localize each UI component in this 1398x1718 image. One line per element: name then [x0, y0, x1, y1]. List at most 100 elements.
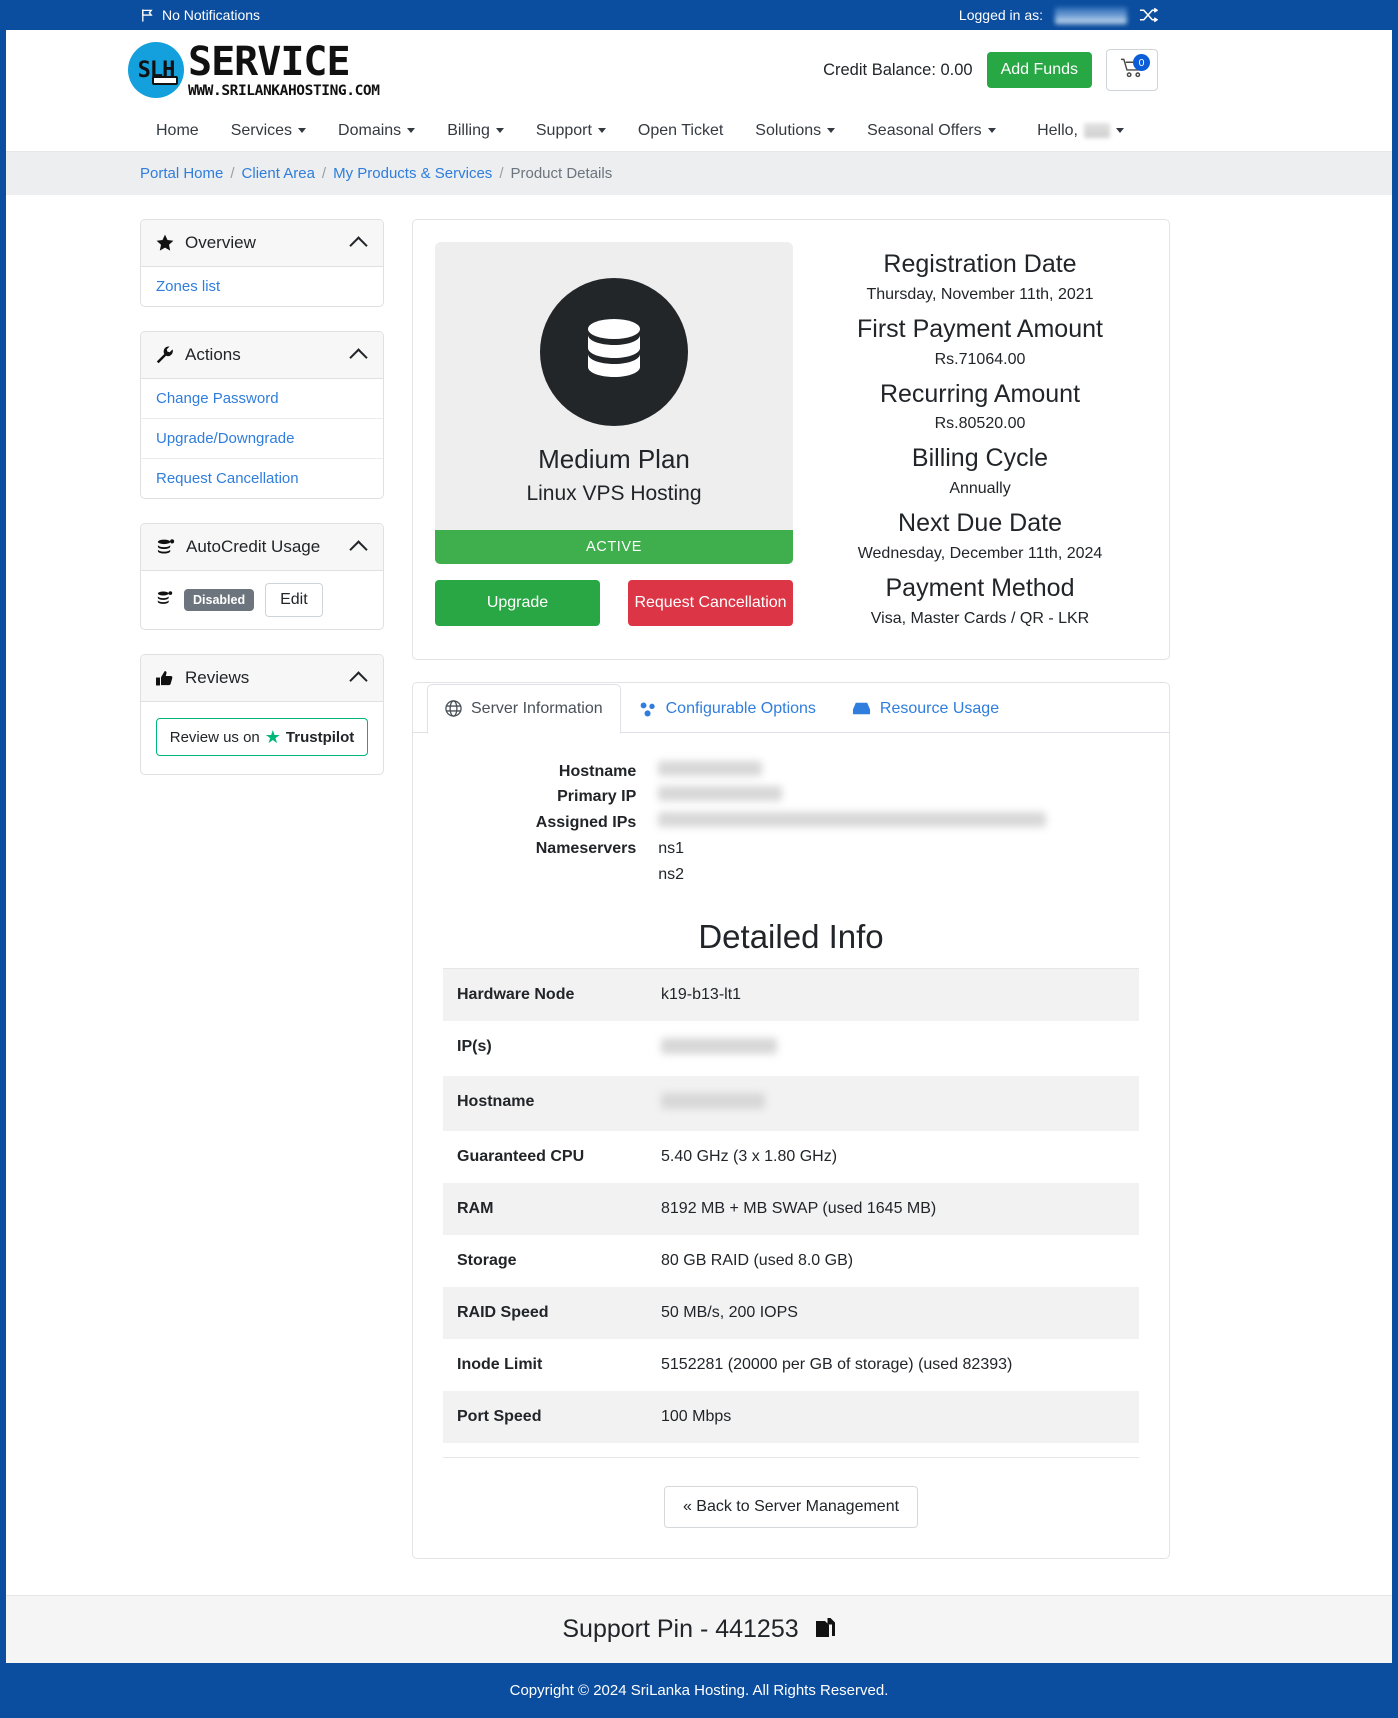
request-cancellation-button[interactable]: Request Cancellation	[628, 580, 793, 627]
detailed-info-table: Hardware Node k19-b13-lt1 IP(s) Hostname…	[443, 968, 1139, 1444]
user-menu[interactable]: Hello,	[1021, 122, 1140, 140]
trustpilot-review-button[interactable]: Review us on ★ Trustpilot	[156, 718, 368, 756]
nav-label: Support	[535, 121, 592, 139]
detail-value-hardware-node: k19-b13-lt1	[661, 986, 742, 1004]
autocredit-status-badge: Disabled	[184, 589, 255, 611]
detail-key-inode-limit: Inode Limit	[457, 1356, 543, 1374]
breadcrumb-my-products-services[interactable]: My Products & Services	[333, 165, 492, 182]
billing-value-payment-method: Visa, Master Cards / QR - LKR	[870, 609, 1090, 627]
panel-reviews-title: Reviews	[185, 668, 250, 687]
chevron-down-icon	[298, 128, 307, 133]
inbox-icon	[852, 701, 871, 716]
sidebar-item-change-password[interactable]: Change Password	[141, 379, 383, 419]
breadcrumb-client-area[interactable]: Client Area	[242, 165, 315, 182]
logged-in-label: Logged in as:	[958, 7, 1043, 23]
table-row: RAM 8192 MB + MB SWAP (used 1645 MB)	[443, 1183, 1139, 1236]
back-to-server-management-button[interactable]: « Back to Server Management	[663, 1486, 919, 1529]
nav-item-solutions[interactable]: Solutions	[739, 122, 851, 140]
nav-item-seasonal-offers[interactable]: Seasonal Offers	[851, 122, 1011, 140]
sidebar-item-zones-list[interactable]: Zones list	[141, 267, 383, 306]
panel-reviews-header[interactable]: Reviews	[141, 655, 383, 702]
panel-overview-header[interactable]: Overview	[141, 220, 383, 267]
site-logo[interactable]: SLH SERVICE WWW.SRILANKAHOSTING.COM	[128, 42, 380, 99]
billing-label-registration-date: Registration Date	[883, 250, 1077, 278]
nav-item-support[interactable]: Support	[520, 122, 622, 140]
billing-value-registration-date: Thursday, November 11th, 2021	[866, 285, 1094, 303]
coins-icon	[156, 538, 175, 556]
panel-actions-title: Actions	[185, 345, 241, 364]
chevron-up-icon[interactable]	[349, 235, 368, 255]
panel-actions-header[interactable]: Actions	[141, 332, 383, 379]
server-info-value-nameserver-2: ns2	[658, 866, 685, 884]
upgrade-button[interactable]: Upgrade	[435, 580, 600, 627]
nav-label: Seasonal Offers	[867, 121, 982, 139]
chevron-down-icon	[1116, 128, 1124, 133]
logo-router-icon	[152, 76, 178, 85]
nav-item-open-ticket[interactable]: Open Ticket	[622, 122, 739, 140]
table-row: Storage 80 GB RAID (used 8.0 GB)	[443, 1235, 1139, 1287]
detail-value-port-speed: 100 Mbps	[661, 1408, 732, 1426]
breadcrumb-portal-home[interactable]: Portal Home	[140, 165, 223, 182]
logged-in-username-redacted	[1055, 6, 1127, 24]
redacted-ips	[661, 1038, 777, 1055]
add-funds-button[interactable]: Add Funds	[986, 52, 1092, 88]
detail-key-raid-speed: RAID Speed	[457, 1304, 549, 1322]
nav-label: Billing	[447, 121, 490, 139]
thumbs-up-icon	[156, 670, 174, 687]
notifications-area[interactable]: No Notifications	[140, 7, 260, 23]
redacted-hostname	[661, 1093, 765, 1110]
shuffle-icon[interactable]	[1139, 7, 1158, 23]
autocredit-edit-button[interactable]: Edit	[265, 583, 323, 617]
product-column: Medium Plan Linux VPS Hosting ACTIVE Upg…	[435, 242, 793, 637]
server-info-value-nameserver-1: ns1	[658, 840, 685, 858]
chevron-down-icon	[495, 128, 504, 133]
billing-label-first-payment-amount: First Payment Amount	[857, 314, 1103, 343]
detail-value-raid-speed: 50 MB/s, 200 IOPS	[661, 1304, 798, 1322]
nav-items: Home Services Domains Billing Support Op…	[140, 122, 1012, 140]
detail-key-ips: IP(s)	[457, 1038, 492, 1056]
database-icon	[540, 278, 688, 426]
server-info-label-assigned-ips: Assigned IPs	[535, 814, 637, 832]
tab-label: Configurable Options	[665, 699, 816, 717]
breadcrumb-current: Product Details	[510, 165, 613, 182]
detail-key-hostname: Hostname	[457, 1093, 535, 1111]
server-info-labels: Hostname Primary IP Assigned IPs Nameser…	[536, 759, 637, 889]
copy-icon[interactable]	[815, 1617, 836, 1642]
tab-server-information[interactable]: Server Information	[427, 683, 621, 734]
sidebar-item-request-cancellation[interactable]: Request Cancellation	[141, 459, 383, 498]
chevron-up-icon[interactable]	[349, 670, 368, 690]
table-row: Port Speed 100 Mbps	[443, 1391, 1139, 1444]
panel-reviews: Reviews Review us on ★ Trustpilot	[140, 654, 384, 775]
sidebar: Overview Zones list Actions Change Passw…	[140, 219, 384, 799]
wrench-icon	[156, 346, 174, 364]
nav-item-services[interactable]: Services	[215, 122, 322, 140]
server-info-value-primary-ip	[658, 784, 1046, 810]
chevron-up-icon[interactable]	[349, 539, 368, 559]
support-pin-label: Support Pin - 441253	[562, 1615, 799, 1644]
server-info-label-nameservers: Nameservers	[535, 840, 637, 858]
logo-mark-icon: SLH	[128, 42, 184, 98]
reviews-body: Review us on ★ Trustpilot	[141, 702, 383, 774]
table-row: Guaranteed CPU 5.40 GHz (3 x 1.80 GHz)	[443, 1131, 1139, 1183]
nav-item-domains[interactable]: Domains	[322, 122, 431, 140]
panel-autocredit-header[interactable]: AutoCredit Usage	[141, 524, 383, 571]
cart-button[interactable]: 0	[1106, 49, 1158, 91]
sidebar-item-upgrade-downgrade[interactable]: Upgrade/Downgrade	[141, 419, 383, 459]
chevron-up-icon[interactable]	[349, 347, 368, 367]
nav-item-billing[interactable]: Billing	[431, 122, 520, 140]
tab-resource-usage[interactable]: Resource Usage	[834, 684, 1017, 734]
page-right-rail	[1392, 0, 1398, 1718]
trustpilot-star-icon: ★	[264, 727, 281, 747]
autocredit-row: Disabled Edit	[141, 571, 383, 629]
tab-configurable-options[interactable]: Configurable Options	[621, 684, 834, 734]
nav-label: Home	[156, 121, 199, 139]
table-row: Inode Limit 5152281 (20000 per GB of sto…	[443, 1339, 1139, 1391]
detail-key-ram: RAM	[457, 1200, 494, 1218]
nav-item-home[interactable]: Home	[140, 122, 215, 140]
detail-value-inode-limit: 5152281 (20000 per GB of storage) (used …	[661, 1356, 1013, 1374]
detail-key-guaranteed-cpu: Guaranteed CPU	[457, 1148, 585, 1166]
logo-subtitle: WWW.SRILANKAHOSTING.COM	[188, 82, 380, 99]
table-row: Hardware Node k19-b13-lt1	[443, 969, 1139, 1022]
server-info-value-hostname	[658, 759, 1046, 785]
breadcrumb-separator: /	[230, 165, 235, 182]
